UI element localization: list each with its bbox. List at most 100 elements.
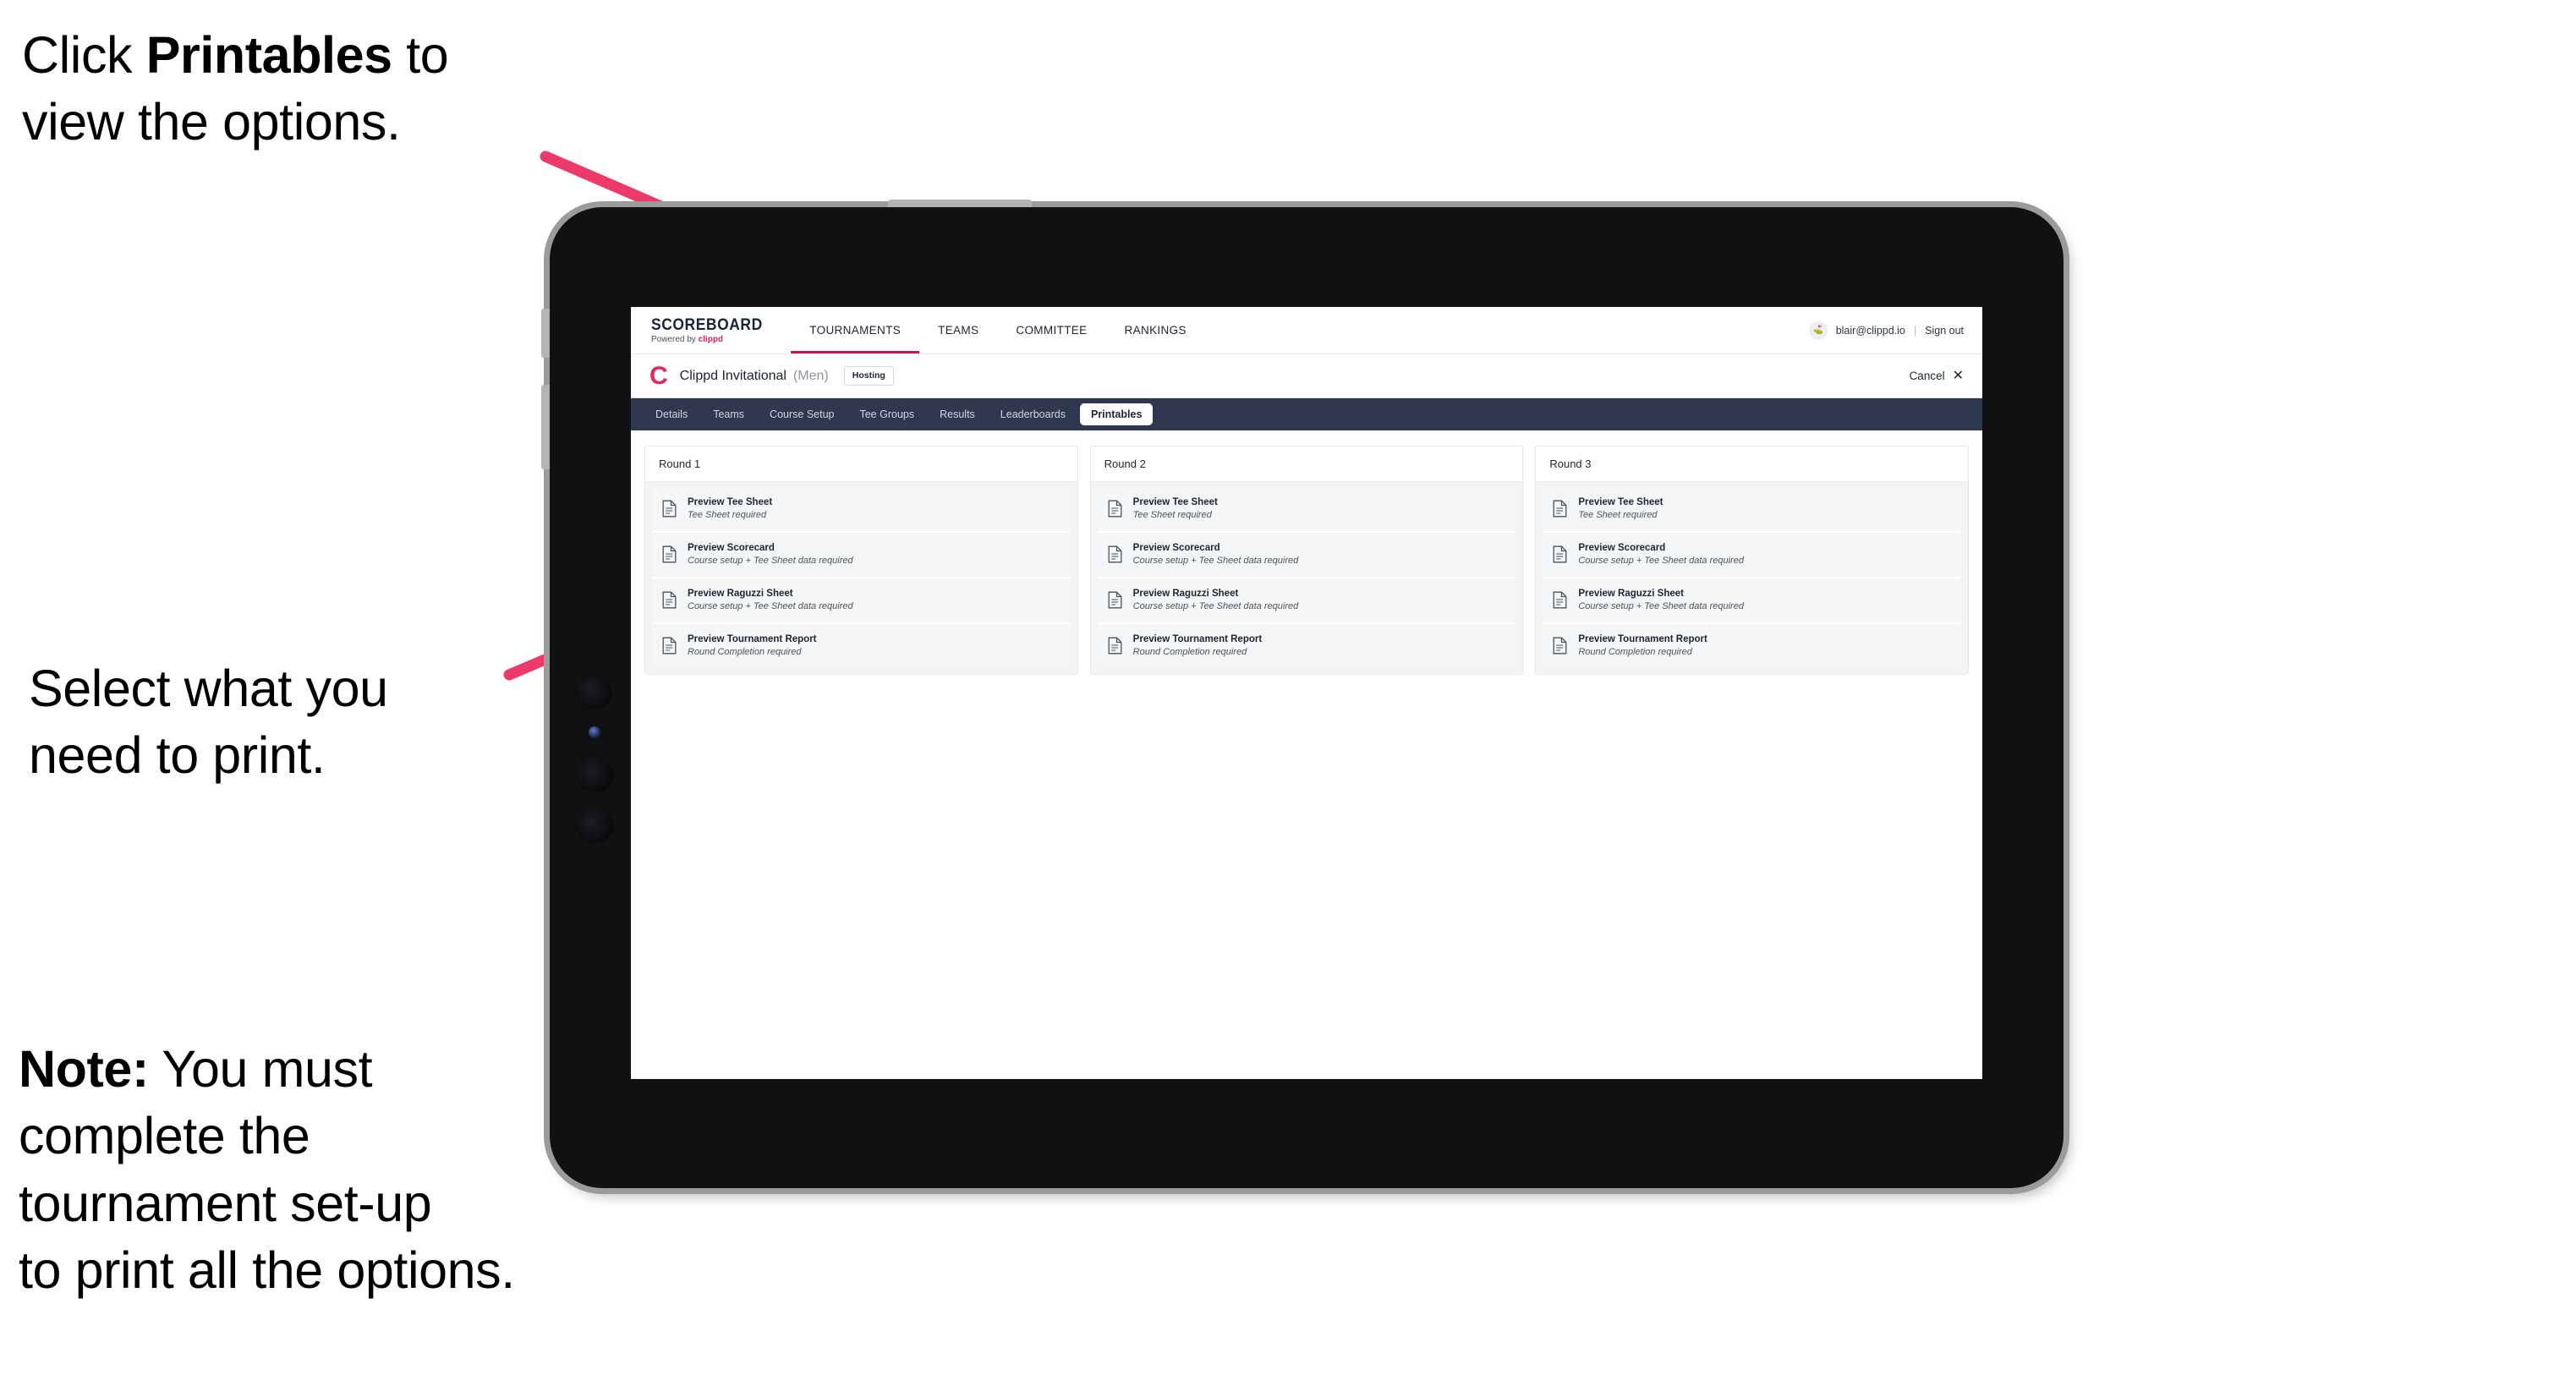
annotation-click-printables: Click Printables to view the options. — [22, 22, 580, 156]
document-icon — [1108, 591, 1122, 609]
annotation-note-bold: Note: — [19, 1040, 149, 1098]
tournament-header-bar: C Clippd Invitational (Men) Hosting Canc… — [631, 354, 1982, 398]
nav-item-committee[interactable]: COMMITTEE — [997, 307, 1105, 353]
printable-row-text: Preview Scorecard Course setup + Tee She… — [1133, 543, 1299, 567]
document-icon — [1108, 637, 1122, 655]
tablet-side-button-volume-down[interactable] — [541, 385, 550, 469]
printable-title: Preview Scorecard — [1132, 542, 1220, 553]
tab-label-leaderboards: Leaderboards — [1000, 408, 1066, 420]
tab-details[interactable]: Details — [644, 403, 699, 426]
printable-title: Preview Scorecard — [688, 542, 775, 553]
screenshot-canvas: Click Printables to view the options. Se… — [0, 0, 2576, 1386]
tab-label-teams: Teams — [713, 408, 745, 420]
printable-row-text: Preview Raguzzi Sheet Course setup + Tee… — [1133, 589, 1299, 612]
tablet-camera-icon — [589, 726, 600, 738]
printable-title: Preview Raguzzi Sheet — [688, 588, 793, 599]
printable-row-tee-sheet[interactable]: Preview Tee Sheet Tee Sheet required — [1097, 487, 1516, 533]
round-items-3: Preview Tee Sheet Tee Sheet required Pre… — [1536, 482, 1969, 675]
printable-row-tournament-report[interactable]: Preview Tournament Report Round Completi… — [1097, 623, 1516, 668]
printable-title: Preview Tee Sheet — [1578, 497, 1663, 507]
printable-requirement: Round Completion required — [1132, 646, 1247, 657]
printable-row-text: Preview Tournament Report Round Completi… — [688, 634, 817, 658]
tab-course-setup[interactable]: Course Setup — [759, 403, 845, 426]
cancel-button[interactable]: Cancel ✕ — [1909, 368, 1964, 383]
tab-teams[interactable]: Teams — [702, 403, 755, 426]
powered-by-text: Powered by — [651, 334, 699, 344]
annotation-select-print: Select what you need to print. — [29, 660, 388, 785]
tablet-speaker-grille-top — [575, 677, 612, 709]
printable-row-text: Preview Tournament Report Round Completi… — [1578, 634, 1707, 658]
tab-printables[interactable]: Printables — [1079, 403, 1154, 426]
printable-row-tee-sheet[interactable]: Preview Tee Sheet Tee Sheet required — [1543, 487, 1962, 533]
avatar[interactable]: ⛳ — [1808, 320, 1828, 340]
round-column-2: Round 2 Preview Tee Sheet Tee Sheet requ… — [1089, 446, 1524, 676]
printable-row-scorecard[interactable]: Preview Scorecard Course setup + Tee She… — [652, 532, 1071, 578]
printable-row-tournament-report[interactable]: Preview Tournament Report Round Completi… — [1543, 623, 1962, 668]
printable-requirement: Course setup + Tee Sheet data required — [688, 600, 853, 611]
printable-title: Preview Raguzzi Sheet — [1132, 588, 1239, 599]
printables-content: Round 1 Preview Tee Sheet Tee Sheet requ… — [631, 430, 1982, 676]
tab-tee-groups[interactable]: Tee Groups — [848, 403, 925, 426]
tab-label-results: Results — [940, 408, 975, 420]
sign-out-link[interactable]: Sign out — [1925, 325, 1964, 337]
printable-requirement: Round Completion required — [688, 646, 802, 657]
round-column-3: Round 3 Preview Tee Sheet Tee Sheet requ… — [1535, 446, 1970, 676]
tab-label-printables: Printables — [1090, 408, 1143, 420]
tablet-side-button-volume-up[interactable] — [541, 309, 550, 358]
printable-row-scorecard[interactable]: Preview Scorecard Course setup + Tee She… — [1097, 532, 1516, 578]
document-icon — [1553, 637, 1567, 655]
tournament-name: Clippd Invitational — [679, 368, 787, 383]
printable-row-raguzzi-sheet[interactable]: Preview Raguzzi Sheet Course setup + Tee… — [652, 578, 1071, 624]
printable-requirement: Tee Sheet required — [1578, 510, 1658, 521]
nav-item-teams[interactable]: TEAMS — [919, 307, 997, 353]
account-area: ⛳ blair@clippd.io | Sign out — [1808, 307, 1982, 353]
clippd-wordmark: clippd — [698, 334, 724, 344]
round-column-1: Round 1 Preview Tee Sheet Tee Sheet requ… — [644, 446, 1078, 676]
primary-navigation: TOURNAMENTS TEAMS COMMITTEE RANKINGS — [791, 307, 1205, 353]
tablet-speaker-grille-mid — [575, 759, 614, 792]
document-icon — [1553, 591, 1567, 609]
tablet-screen: SCOREBOARD Powered by clippd TOURNAMENTS… — [631, 307, 1982, 1079]
tab-results[interactable]: Results — [929, 403, 986, 426]
tab-leaderboards[interactable]: Leaderboards — [989, 403, 1077, 426]
tab-label-course-setup: Course Setup — [770, 408, 835, 420]
printable-row-text: Preview Scorecard Course setup + Tee She… — [688, 543, 853, 567]
tablet-speaker-grille-bottom — [575, 809, 614, 843]
printable-row-raguzzi-sheet[interactable]: Preview Raguzzi Sheet Course setup + Tee… — [1543, 578, 1962, 624]
printable-title: Preview Tee Sheet — [1132, 497, 1218, 507]
tournament-gender: (Men) — [792, 368, 829, 383]
printable-row-raguzzi-sheet[interactable]: Preview Raguzzi Sheet Course setup + Tee… — [1097, 578, 1516, 624]
brand-subtitle: Powered by clippd — [651, 334, 772, 344]
tablet-device-frame: SCOREBOARD Powered by clippd TOURNAMENTS… — [541, 200, 2064, 1188]
round-title-3: Round 3 — [1536, 446, 1969, 482]
brand-title: SCOREBOARD — [651, 315, 763, 334]
printable-row-text: Preview Tee Sheet Tee Sheet required — [1578, 497, 1663, 521]
nav-item-rankings[interactable]: RANKINGS — [1106, 307, 1205, 353]
document-icon — [1108, 500, 1122, 518]
document-icon — [1108, 545, 1122, 563]
printable-row-text: Preview Raguzzi Sheet Course setup + Tee… — [1578, 589, 1744, 612]
avatar-glyph: ⛳ — [1812, 326, 1823, 335]
tablet-top-button[interactable] — [888, 200, 1032, 207]
printable-requirement: Round Completion required — [1578, 646, 1692, 657]
printable-row-scorecard[interactable]: Preview Scorecard Course setup + Tee She… — [1543, 532, 1962, 578]
printable-title: Preview Tee Sheet — [688, 497, 773, 507]
round-title-1: Round 1 — [645, 446, 1077, 482]
printable-row-tournament-report[interactable]: Preview Tournament Report Round Completi… — [652, 623, 1071, 668]
printable-row-text: Preview Scorecard Course setup + Tee She… — [1578, 543, 1744, 567]
round-title-2: Round 2 — [1090, 446, 1523, 482]
app-top-bar: SCOREBOARD Powered by clippd TOURNAMENTS… — [631, 307, 1982, 354]
close-icon: ✕ — [1952, 368, 1964, 383]
document-icon — [1553, 500, 1567, 518]
printable-title: Preview Tournament Report — [688, 633, 817, 644]
account-separator: | — [1913, 324, 1917, 337]
nav-item-tournaments[interactable]: TOURNAMENTS — [791, 307, 919, 353]
cancel-label: Cancel — [1909, 370, 1945, 382]
printable-row-tee-sheet[interactable]: Preview Tee Sheet Tee Sheet required — [652, 487, 1071, 533]
printable-requirement: Tee Sheet required — [1132, 510, 1212, 521]
scoreboard-logo[interactable]: SCOREBOARD Powered by clippd — [631, 307, 791, 353]
printable-title: Preview Raguzzi Sheet — [1578, 588, 1684, 599]
nav-label-tournaments: TOURNAMENTS — [809, 324, 902, 337]
printable-requirement: Course setup + Tee Sheet data required — [1578, 600, 1744, 611]
printable-title: Preview Scorecard — [1578, 542, 1666, 553]
